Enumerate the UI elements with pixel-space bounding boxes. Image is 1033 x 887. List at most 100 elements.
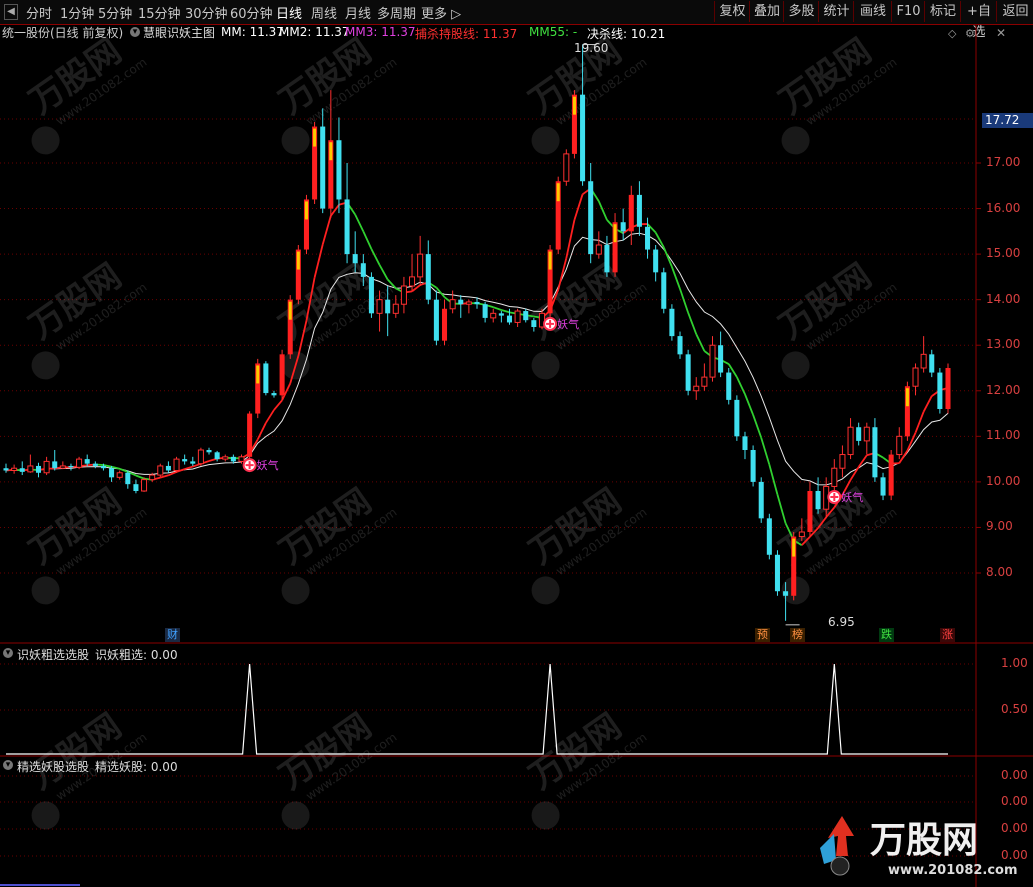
trend-line-segment: [362, 230, 373, 250]
trend-line-segment: [922, 395, 933, 413]
panel3-title[interactable]: 精选妖股选股: [17, 758, 89, 775]
panel2-y-label: 1.00: [1001, 656, 1028, 670]
trend-line-segment: [695, 333, 706, 352]
trend-line-segment: [501, 309, 510, 314]
watermark: 万股网www.201082.com: [22, 31, 149, 155]
candle-body: [100, 465, 106, 469]
trend-line-segment: [768, 464, 779, 495]
candle-body: [35, 465, 42, 473]
candle-body: [750, 450, 756, 482]
candle-body: [182, 459, 188, 462]
panel2-menu-icon[interactable]: ▾: [3, 648, 13, 658]
trend-line-segment: [671, 266, 681, 290]
panel2-title[interactable]: 识妖粗选选股: [17, 646, 89, 663]
watermark: 万股网www.201082.com: [272, 31, 399, 155]
candle-body: [726, 372, 732, 400]
settings-icon[interactable]: ⚙: [965, 27, 975, 40]
candle-body: [336, 140, 342, 200]
high-price-label: 19.60: [574, 41, 609, 55]
watermark-icon: [781, 126, 810, 155]
panel3-value: 精选妖股: 0.00: [95, 760, 178, 774]
panel2-value: 识妖粗选: 0.00: [95, 648, 178, 662]
chart-canvas[interactable]: 万股网www.201082.com 万股网www.201082.com 万股网www…: [0, 0, 1033, 887]
candle-body: [685, 354, 691, 391]
indicator-value-2: MM3: 11.37: [345, 25, 416, 39]
panel3-menu-icon[interactable]: ▾: [3, 760, 13, 770]
candle-highlight: [313, 128, 317, 147]
watermark: 万股网www.201082.com: [22, 481, 149, 605]
panel3-y-label: 0.00: [1001, 794, 1028, 808]
event-marker-3[interactable]: 跌: [879, 628, 894, 642]
y-axis-label: 17.00: [986, 155, 1021, 169]
candle-body: [937, 372, 943, 409]
candle-body: [449, 299, 456, 310]
candle-body: [766, 518, 772, 555]
candle-body: [863, 426, 870, 442]
candle-body: [27, 465, 34, 473]
trend-line-segment: [265, 409, 275, 424]
event-marker-4[interactable]: 涨: [940, 628, 955, 642]
candle-highlight: [296, 251, 300, 270]
candle-highlight: [905, 388, 909, 407]
candle-body: [141, 479, 148, 492]
candle-body: [490, 312, 497, 319]
candle-body: [595, 244, 602, 255]
watermark-icon: [31, 801, 60, 830]
signal-label: 妖气: [841, 490, 863, 504]
y-axis-label: 10.00: [986, 473, 1021, 488]
candle-body: [125, 472, 131, 485]
candle-body: [157, 465, 164, 476]
candle-body: [271, 393, 277, 396]
trend-line-segment: [662, 246, 673, 268]
candle-body: [368, 276, 374, 314]
diamond-icon[interactable]: ◇: [948, 27, 956, 40]
event-marker-0[interactable]: 财: [165, 628, 180, 642]
candle-body: [677, 336, 683, 355]
current-price-tag: 17.72: [982, 113, 1033, 128]
candle-body: [320, 126, 326, 209]
trend-line-segment: [849, 466, 860, 481]
candle-body: [718, 345, 724, 373]
trend-line-segment: [273, 399, 283, 411]
trend-line-segment: [914, 411, 925, 434]
watermark: 万股网www.201082.com: [772, 31, 899, 155]
candle-body: [400, 285, 407, 305]
candle-body: [636, 194, 642, 227]
candle-highlight: [288, 301, 292, 320]
candle-body: [425, 254, 431, 300]
candle-body: [433, 299, 439, 341]
close-icon[interactable]: ✕: [996, 26, 1006, 40]
watermark-icon: [31, 576, 60, 605]
watermark: 万股网www.201082.com: [272, 706, 399, 830]
candle-body: [531, 320, 537, 327]
candle-body: [839, 454, 846, 469]
trend-line-segment: [744, 393, 754, 416]
candle-body: [920, 353, 927, 369]
candle-body: [360, 263, 366, 277]
indicator-name[interactable]: 慧眼识妖主图: [143, 25, 215, 41]
logo-url-text: www.201082.com: [888, 863, 1018, 878]
candle-body: [165, 465, 171, 471]
candle-body: [206, 450, 212, 453]
candle-body: [661, 272, 667, 309]
candle-body: [149, 474, 156, 481]
candle-highlight: [613, 224, 617, 243]
event-marker-1[interactable]: 预: [755, 628, 770, 642]
candle-body: [523, 311, 529, 321]
trend-line-segment: [313, 244, 324, 278]
watermark-icon: [531, 801, 560, 830]
watermark: 万股网www.201082.com: [522, 706, 649, 830]
candle-body: [92, 463, 98, 466]
candle-highlight: [304, 201, 308, 220]
candle-body: [498, 313, 504, 316]
candle-body: [604, 245, 610, 273]
candle-body: [247, 413, 253, 457]
event-marker-2[interactable]: 榜: [790, 628, 805, 642]
trend-line-segment: [192, 462, 202, 468]
trend-line-segment: [679, 288, 689, 314]
y-axis-label: 12.00: [986, 382, 1021, 397]
candle-body: [230, 456, 236, 462]
candle-body: [465, 301, 472, 305]
trend-line-segment: [760, 437, 771, 465]
indicator-menu-icon[interactable]: ▾: [130, 27, 140, 37]
